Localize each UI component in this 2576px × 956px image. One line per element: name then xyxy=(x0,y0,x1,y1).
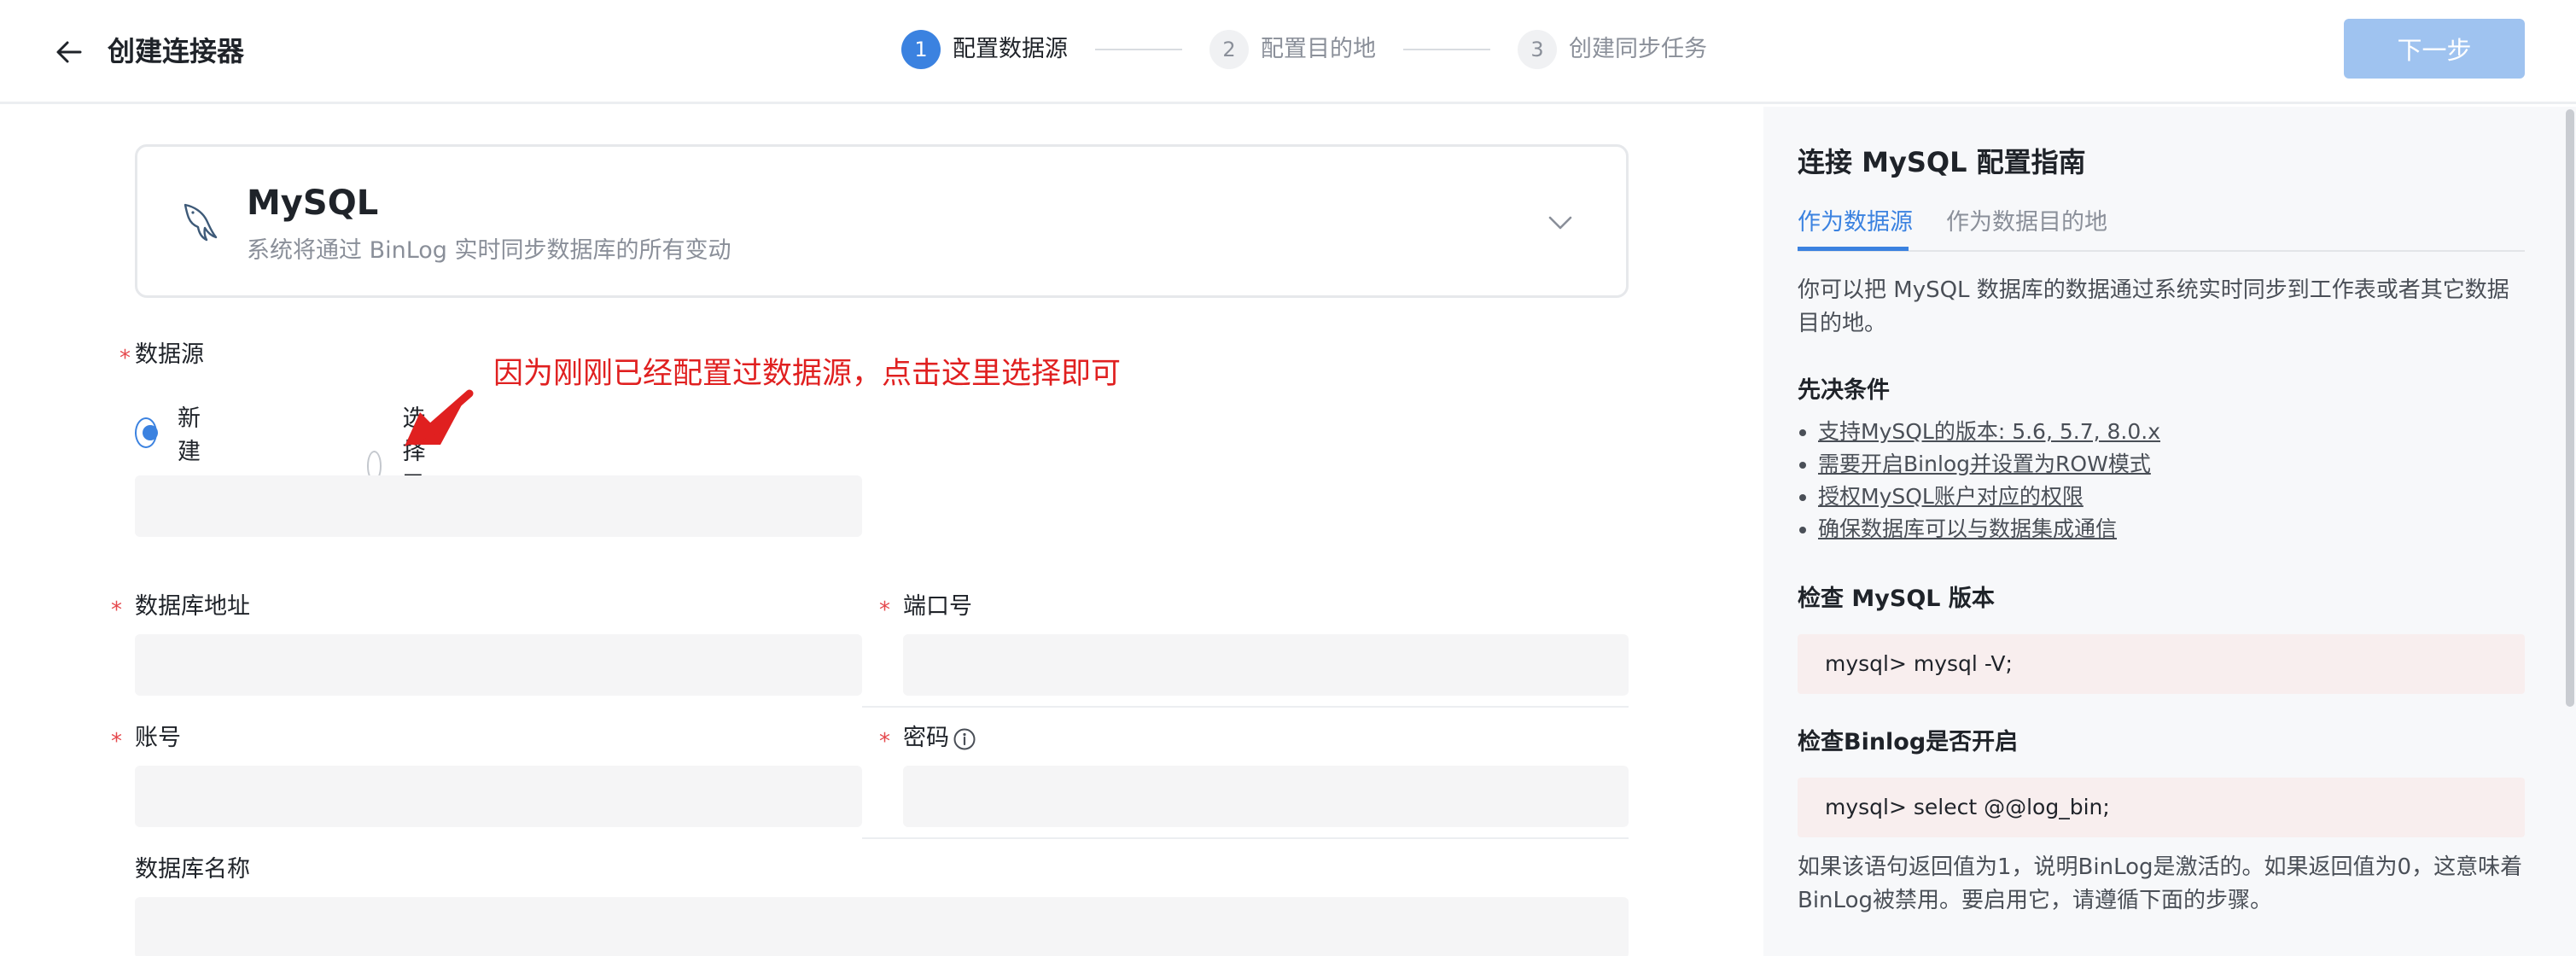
required-mark: * xyxy=(111,598,122,623)
step-1-number: 1 xyxy=(901,30,941,69)
step-1: 1 配置数据源 xyxy=(901,30,1068,69)
required-mark: * xyxy=(111,729,122,755)
prereq-link-network[interactable]: 确保数据库可以与数据集成通信 xyxy=(1818,516,2117,541)
top-header: 创建连接器 1 配置数据源 2 配置目的地 3 创建同步任务 下一步 xyxy=(0,0,2576,104)
connector-card[interactable]: MySQL 系统将通过 BinLog 实时同步数据库的所有变动 xyxy=(135,144,1629,298)
account-input[interactable] xyxy=(135,766,862,827)
step-3-label: 创建同步任务 xyxy=(1569,36,1707,62)
next-step-button[interactable]: 下一步 xyxy=(2344,19,2525,79)
password-label: 密码 xyxy=(903,725,949,751)
binlog-note: 如果该语句返回值为1，说明BinLog是激活的。如果返回值为0，这意味着BinL… xyxy=(1798,854,2523,913)
check-version-title: 检查 MySQL 版本 xyxy=(1798,586,1995,612)
check-binlog-title: 检查Binlog是否开启 xyxy=(1798,729,2019,755)
datasource-name-input[interactable] xyxy=(135,475,862,537)
row-divider xyxy=(862,837,1629,839)
check-version-code: mysql> mysql -V; xyxy=(1798,634,2525,694)
list-item: 确保数据库可以与数据集成通信 xyxy=(1798,513,2523,545)
info-circle-icon[interactable] xyxy=(953,727,976,751)
step-2-label: 配置目的地 xyxy=(1261,36,1376,62)
tab-as-destination[interactable]: 作为数据目的地 xyxy=(1946,207,2107,238)
prereq-link-binlog[interactable]: 需要开启Binlog并设置为ROW模式 xyxy=(1818,452,2151,476)
datasource-label: 数据源 xyxy=(135,341,204,368)
db-name-input[interactable] xyxy=(135,897,1629,956)
step-1-label: 配置数据源 xyxy=(953,36,1068,62)
guide-tabs: 作为数据源 作为数据目的地 xyxy=(1798,201,2525,252)
config-form: MySQL 系统将通过 BinLog 实时同步数据库的所有变动 * 数据源 新建… xyxy=(0,107,1763,956)
row-divider xyxy=(862,706,1629,708)
prereq-list: 支持MySQL的版本: 5.6, 5.7, 8.0.x 需要开启Binlog并设… xyxy=(1798,416,2523,545)
page-title: 创建连接器 xyxy=(108,35,245,67)
back-button[interactable] xyxy=(50,32,89,72)
required-mark: * xyxy=(879,598,890,623)
connector-description: 系统将通过 BinLog 实时同步数据库的所有变动 xyxy=(247,237,731,264)
port-input[interactable] xyxy=(903,634,1629,696)
tab-as-source[interactable]: 作为数据源 xyxy=(1798,207,1913,238)
step-3: 3 创建同步任务 xyxy=(1518,30,1707,69)
prereq-title: 先决条件 xyxy=(1798,377,1890,404)
guide-title: 连接 MySQL 配置指南 xyxy=(1798,146,2086,178)
account-label: 账号 xyxy=(135,725,181,751)
radio-new-circle[interactable] xyxy=(135,417,158,448)
prereq-link-permissions[interactable]: 授权MySQL账户对应的权限 xyxy=(1818,484,2084,509)
step-connector xyxy=(1095,49,1182,50)
guide-scrollbar[interactable] xyxy=(2566,109,2574,707)
db-name-label: 数据库名称 xyxy=(135,856,250,883)
list-item: 支持MySQL的版本: 5.6, 5.7, 8.0.x xyxy=(1798,416,2523,448)
list-item: 需要开启Binlog并设置为ROW模式 xyxy=(1798,448,2523,481)
radio-new[interactable]: 新建 xyxy=(135,399,209,466)
mysql-dolphin-icon xyxy=(184,203,218,242)
step-2-number: 2 xyxy=(1209,30,1249,69)
required-mark: * xyxy=(879,729,890,755)
active-tab-indicator xyxy=(1798,247,1909,251)
steps-indicator: 1 配置数据源 2 配置目的地 3 创建同步任务 xyxy=(901,29,1707,70)
check-binlog-code: mysql> select @@log_bin; xyxy=(1798,778,2525,837)
required-mark: * xyxy=(119,346,131,371)
db-address-label: 数据库地址 xyxy=(135,593,250,620)
chevron-down-icon[interactable] xyxy=(1546,208,1575,237)
arrow-left-icon xyxy=(56,41,82,63)
port-label: 端口号 xyxy=(903,593,972,620)
mysql-guide-panel: 连接 MySQL 配置指南 作为数据源 作为数据目的地 你可以把 MySQL 数… xyxy=(1763,107,2576,956)
connector-name: MySQL xyxy=(247,184,379,223)
annotation-text: 因为刚刚已经配置过数据源，点击这里选择即可 xyxy=(493,357,1122,391)
password-input[interactable] xyxy=(903,766,1629,827)
list-item: 授权MySQL账户对应的权限 xyxy=(1798,481,2523,513)
db-address-input[interactable] xyxy=(135,634,862,696)
prereq-link-version[interactable]: 支持MySQL的版本: 5.6, 5.7, 8.0.x xyxy=(1818,419,2160,444)
step-3-number: 3 xyxy=(1518,30,1557,69)
step-connector xyxy=(1403,49,1490,50)
guide-intro: 你可以把 MySQL 数据库的数据通过系统实时同步到工作表或者其它数据目的地。 xyxy=(1798,277,2509,336)
radio-new-label: 新建 xyxy=(177,405,201,465)
step-2: 2 配置目的地 xyxy=(1209,30,1376,69)
